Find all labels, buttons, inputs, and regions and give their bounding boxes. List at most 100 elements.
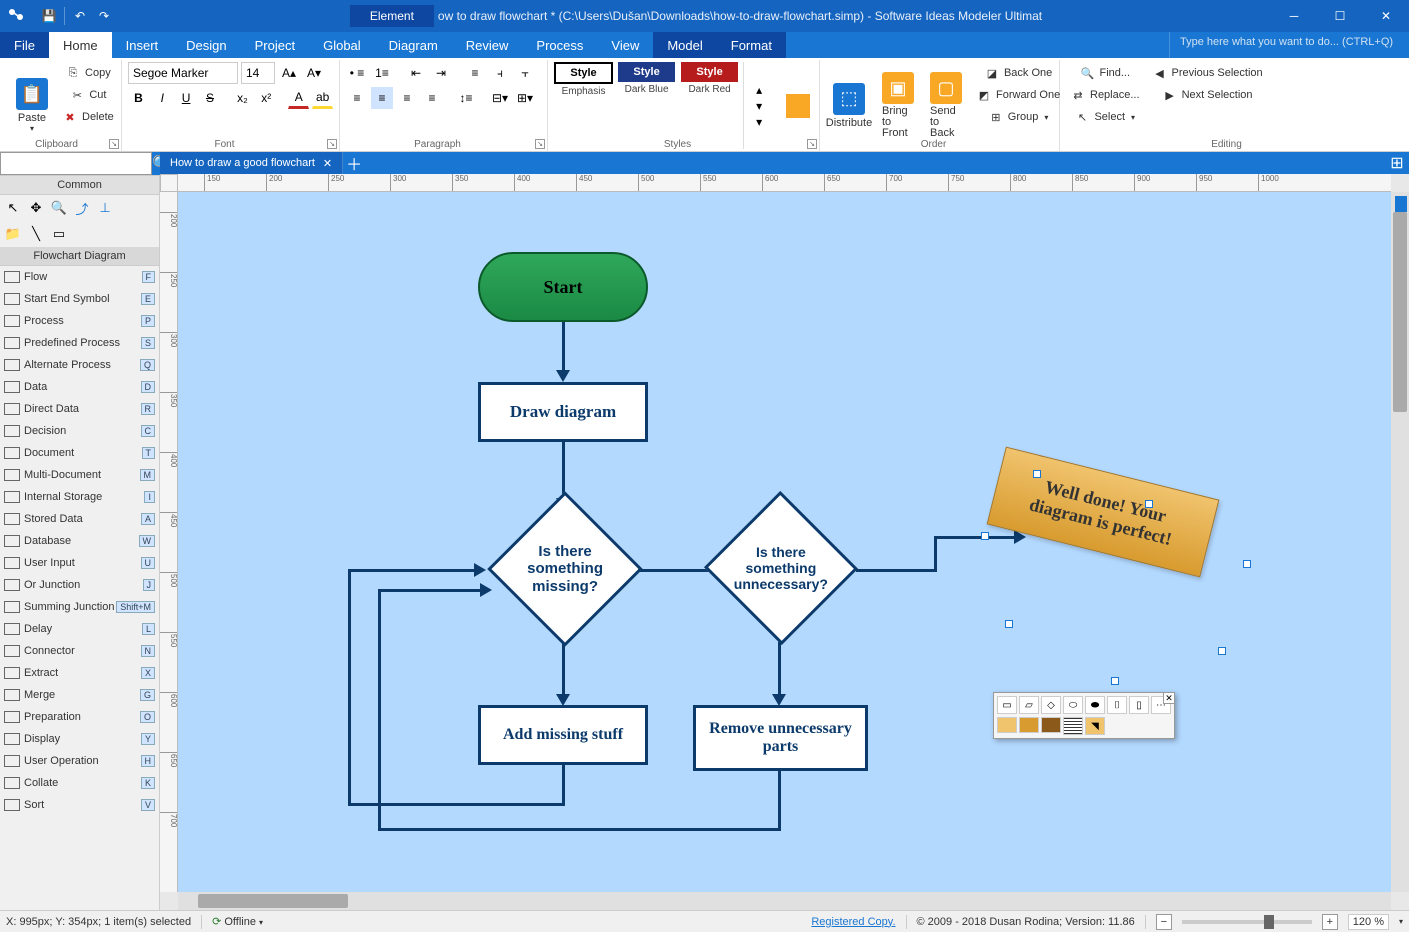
forward-one-button[interactable]: ◩Forward One [972, 84, 1064, 106]
flow-arrow[interactable] [562, 765, 565, 805]
zoom-slider-thumb[interactable] [1264, 915, 1274, 929]
close-button[interactable]: ✕ [1363, 0, 1409, 32]
vertical-scrollbar[interactable] [1391, 192, 1409, 892]
flow-draw-node[interactable]: Draw diagram [478, 382, 648, 442]
para-extra-2[interactable]: ⫞ [489, 62, 511, 84]
styles-scroll-down[interactable]: ▾ [748, 98, 770, 114]
style-extra-button[interactable] [783, 62, 813, 149]
indent-button[interactable]: ⇥ [430, 62, 452, 84]
toolbox-item[interactable]: Summing JunctionShift+M [0, 596, 159, 618]
style-emphasis[interactable]: Style Emphasis [554, 62, 613, 149]
qat-undo-icon[interactable]: ↶ [71, 7, 89, 25]
align-center-button[interactable]: ≡ [371, 87, 393, 109]
swatch-note-icon[interactable]: ◥ [1085, 717, 1105, 735]
flow-remove-node[interactable]: Remove unnecessary parts [693, 705, 868, 771]
style-darkblue[interactable]: Style Dark Blue [617, 62, 676, 149]
toolbox-item[interactable]: User OperationH [0, 750, 159, 772]
selection-handle[interactable] [1145, 500, 1153, 508]
toolbox-item[interactable]: DelayL [0, 618, 159, 640]
toolbox-item[interactable]: PreparationO [0, 706, 159, 728]
toolbox-item[interactable]: CollateK [0, 772, 159, 794]
toolbox-item[interactable]: Predefined ProcessS [0, 332, 159, 354]
tool-zoom-icon[interactable]: 🔍 [49, 198, 69, 218]
toolbox-item[interactable]: DocumentT [0, 442, 159, 464]
menu-design[interactable]: Design [172, 32, 240, 58]
flow-add-node[interactable]: Add missing stuff [478, 705, 648, 765]
selection-handle[interactable] [981, 532, 989, 540]
menu-diagram[interactable]: Diagram [375, 32, 452, 58]
menu-view[interactable]: View [597, 32, 653, 58]
flow-arrow[interactable] [378, 589, 482, 592]
toolbox-search-input[interactable] [0, 152, 152, 175]
vertical-ruler[interactable]: 200250300350400450500550600650700 [160, 192, 178, 892]
tool-line-icon[interactable]: ╲ [26, 224, 46, 244]
menu-format[interactable]: Format [717, 32, 786, 58]
valign-button[interactable]: ⊟▾ [489, 87, 511, 109]
add-tab-button[interactable]: ＋ [343, 152, 365, 174]
font-name-combo[interactable] [128, 62, 238, 84]
tool-text-icon[interactable]: ⊥ [95, 198, 115, 218]
menu-global[interactable]: Global [309, 32, 375, 58]
font-expander[interactable]: ↘ [327, 139, 337, 149]
strike-button[interactable]: S [200, 87, 221, 109]
font-color-button[interactable]: A [288, 87, 309, 109]
horizontal-scrollbar[interactable] [178, 892, 1391, 910]
back-one-button[interactable]: ◪Back One [972, 62, 1064, 84]
palette-parallelogram-icon[interactable]: ▱ [1019, 696, 1039, 714]
document-tab[interactable]: How to draw a good flowchart ✕ [160, 152, 343, 174]
tabbar-panel-toggle[interactable]: ⊞ [1385, 152, 1409, 174]
menu-model[interactable]: Model [653, 32, 716, 58]
delete-button[interactable]: ✖Delete [58, 106, 118, 128]
styles-expander[interactable]: ↘ [807, 139, 817, 149]
vertical-scrollbar-thumb[interactable] [1393, 212, 1407, 412]
tool-rect-icon[interactable]: ▭ [49, 224, 69, 244]
zoom-out-button[interactable]: − [1156, 914, 1172, 930]
flow-missing-decision[interactable]: Is there something missing? [487, 491, 643, 647]
paragraph-expander[interactable]: ↘ [535, 139, 545, 149]
flow-note-node[interactable]: Well done! Your diagram is perfect! [987, 447, 1220, 578]
horizontal-ruler[interactable]: 1502002503003504004505005506006507007508… [178, 174, 1391, 192]
qat-save-icon[interactable]: 💾 [40, 7, 58, 25]
menu-file[interactable]: File [0, 32, 49, 58]
status-registered-link[interactable]: Registered Copy. [811, 916, 895, 928]
toolbox-item[interactable]: ProcessP [0, 310, 159, 332]
select-button[interactable]: ↖Select▾ [1066, 106, 1144, 128]
palette-document-icon[interactable]: ▯ [1129, 696, 1149, 714]
palette-cylinder-icon[interactable]: ⌷ [1107, 696, 1127, 714]
toolbox-item[interactable]: FlowF [0, 266, 159, 288]
toolbox-item[interactable]: Multi-DocumentM [0, 464, 159, 486]
toolbox-item[interactable]: Stored DataA [0, 508, 159, 530]
swatch-hatch[interactable] [1063, 717, 1083, 735]
text-dir-button[interactable]: ⊞▾ [514, 87, 536, 109]
flow-arrow[interactable] [934, 536, 937, 572]
floating-shape-palette[interactable]: ✕ ▭ ▱ ◇ ⬭ ⬬ ⌷ ▯ ⋯ ◥ [993, 692, 1175, 739]
italic-button[interactable]: I [152, 87, 173, 109]
para-extra-1[interactable]: ≡ [464, 62, 486, 84]
toolbox-item[interactable]: Alternate ProcessQ [0, 354, 159, 376]
cut-button[interactable]: ✂Cut [58, 84, 118, 106]
align-justify-button[interactable]: ≡ [421, 87, 443, 109]
toolbox-item[interactable]: ExtractX [0, 662, 159, 684]
floating-palette-close[interactable]: ✕ [1163, 692, 1175, 704]
flow-arrow[interactable] [378, 828, 781, 831]
palette-capsule-icon[interactable]: ⬬ [1085, 696, 1105, 714]
style-darkred[interactable]: Style Dark Red [680, 62, 739, 149]
replace-button[interactable]: ⇄Replace... [1066, 84, 1144, 106]
status-offline[interactable]: ⟳ Offline ▾ [212, 915, 263, 928]
styles-more-button[interactable]: ▾ [748, 114, 770, 130]
selection-handle[interactable] [1243, 560, 1251, 568]
toolbox-item[interactable]: Start End SymbolE [0, 288, 159, 310]
align-right-button[interactable]: ≡ [396, 87, 418, 109]
shrink-font-button[interactable]: A▾ [303, 62, 325, 84]
selection-handle[interactable] [1005, 620, 1013, 628]
superscript-button[interactable]: x² [256, 87, 277, 109]
toolbox-item[interactable]: MergeG [0, 684, 159, 706]
copy-button[interactable]: ⎘Copy [58, 62, 118, 84]
menu-home[interactable]: Home [49, 32, 112, 58]
outdent-button[interactable]: ⇤ [405, 62, 427, 84]
distribute-button[interactable]: ⬚Distribute [826, 62, 872, 149]
number-list-button[interactable]: 1≡ [371, 62, 393, 84]
menu-process[interactable]: Process [522, 32, 597, 58]
flow-arrow[interactable] [348, 569, 351, 806]
flow-unnecessary-decision[interactable]: Is there something unnecessary? [704, 491, 858, 645]
